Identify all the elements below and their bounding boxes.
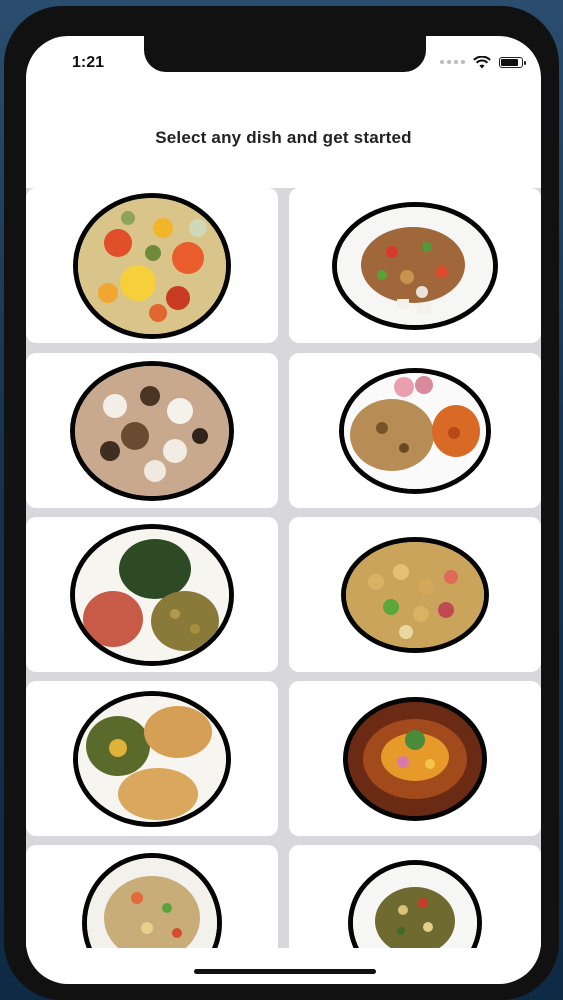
dish-image-2 <box>332 201 498 330</box>
dish-image-1 <box>73 192 231 339</box>
saag-chana-plate-icon <box>75 528 229 661</box>
cellular-signal-icon <box>440 60 465 64</box>
device-frame: 1:21 Select any dish and get started <box>4 6 559 1000</box>
status-icons <box>440 54 526 70</box>
dish-card-1[interactable] <box>26 188 278 343</box>
dish-card-2[interactable] <box>289 188 541 343</box>
misal-pav-plate-icon <box>348 701 482 816</box>
dish-card-4[interactable] <box>289 353 541 508</box>
dish-image-6 <box>341 536 489 653</box>
dish-card-7[interactable] <box>26 681 278 836</box>
dish-grid[interactable] <box>26 188 541 948</box>
saag-puri-plate-icon <box>78 695 226 822</box>
dish-image-9 <box>82 852 222 948</box>
bhel-plate-icon <box>337 206 493 325</box>
sprouts-plate-icon <box>353 864 477 948</box>
dish-card-10[interactable] <box>289 845 541 948</box>
paratha-curry-plate-icon <box>344 372 486 489</box>
chana-chaat-plate-icon <box>346 541 484 648</box>
dish-image-3 <box>70 360 234 501</box>
poha-plate-icon <box>87 857 217 948</box>
dahi-papdi-plate-icon <box>75 365 229 496</box>
dish-card-5[interactable] <box>26 517 278 672</box>
dish-card-9[interactable] <box>26 845 278 948</box>
dish-card-6[interactable] <box>289 517 541 672</box>
dish-card-8[interactable] <box>289 681 541 836</box>
dish-image-8 <box>343 696 487 821</box>
status-time: 1:21 <box>72 54 105 71</box>
app-screen: 1:21 Select any dish and get started <box>26 36 541 984</box>
home-indicator[interactable] <box>194 969 376 974</box>
biryani-plate-icon <box>78 197 226 334</box>
notch <box>144 36 426 72</box>
dish-image-10 <box>348 859 482 948</box>
page-title: Select any dish and get started <box>155 128 412 147</box>
dish-image-4 <box>339 367 491 494</box>
battery-icon <box>499 56 526 68</box>
dish-image-7 <box>73 690 231 827</box>
dish-card-3[interactable] <box>26 353 278 508</box>
dish-image-5 <box>70 523 234 666</box>
wifi-icon <box>473 55 491 69</box>
